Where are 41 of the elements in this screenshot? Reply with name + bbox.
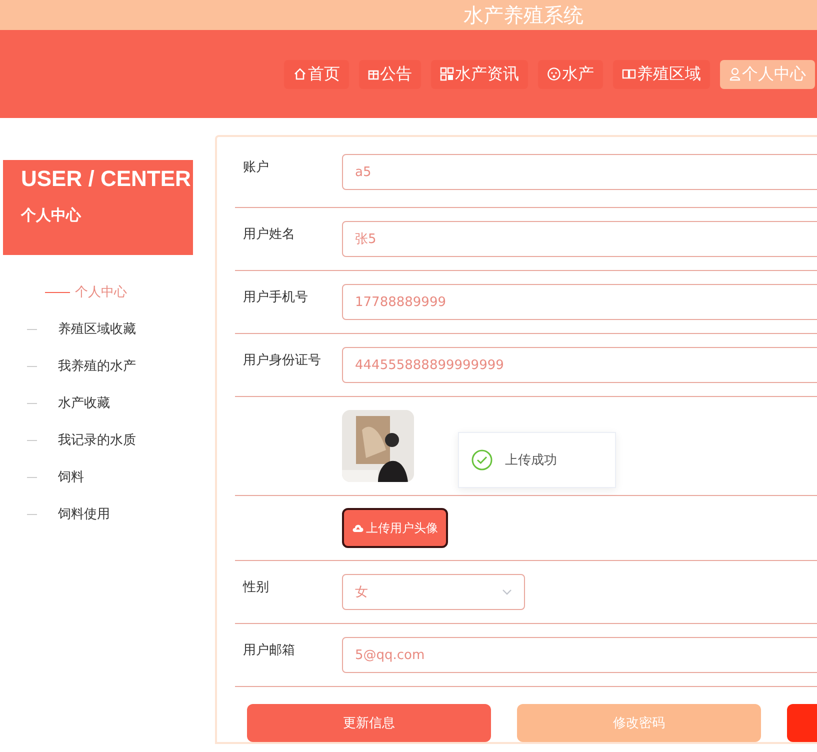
- sidebar-item[interactable]: 我养殖的水产: [58, 357, 136, 375]
- field-label: 性别: [242, 579, 270, 596]
- nav-tab[interactable]: 养殖区域: [613, 60, 710, 88]
- sidebar-item[interactable]: 饲料: [58, 468, 84, 486]
- site-title: 水产养殖系统: [464, 2, 584, 28]
- input-field[interactable]: 5@qq.com: [342, 637, 817, 673]
- nav-tab[interactable]: 水产: [538, 60, 603, 88]
- action-button[interactable]: 更新信息: [247, 704, 491, 742]
- user-icon: [729, 67, 741, 81]
- field-label: 用户手机号: [242, 289, 309, 306]
- cloud-upload-icon: [352, 523, 364, 533]
- toast-message: 上传成功: [505, 452, 557, 469]
- sidebar-subheading: 个人中心: [21, 206, 82, 225]
- action-button[interactable]: 修改密码: [517, 704, 761, 742]
- check-circle-icon: [471, 449, 493, 471]
- field-label: 用户邮箱: [242, 642, 296, 659]
- nav-tab[interactable]: 首页: [284, 60, 349, 88]
- sidebar-item[interactable]: 水产收藏: [58, 394, 110, 412]
- gift-icon: [368, 68, 379, 80]
- grid-icon: [440, 67, 454, 81]
- home-icon: [293, 67, 307, 81]
- book-icon: [622, 68, 636, 80]
- select-field[interactable]: 女: [342, 574, 525, 610]
- sidebar-item[interactable]: 个人中心: [75, 283, 127, 301]
- input-field[interactable]: 17788889999: [342, 284, 817, 320]
- nav-tab[interactable]: 个人中心: [720, 60, 815, 88]
- sidebar-heading: USER / CENTER: [21, 166, 192, 192]
- input-field[interactable]: 张5: [342, 221, 817, 257]
- sidebar-item[interactable]: 养殖区域收藏: [58, 320, 136, 338]
- field-label: 用户姓名: [242, 226, 296, 243]
- field-label: 账户: [242, 159, 270, 176]
- face-icon: [547, 67, 561, 81]
- nav-tab[interactable]: 水产资讯: [431, 60, 528, 88]
- upload-button[interactable]: 上传用户头像: [342, 508, 448, 548]
- sidebar-item[interactable]: 我记录的水质: [58, 431, 136, 449]
- nav-tab[interactable]: 公告: [359, 60, 421, 88]
- input-field[interactable]: a5: [342, 154, 817, 190]
- chevron-down-icon: [502, 589, 512, 595]
- sidebar-item[interactable]: 饲料使用: [58, 505, 110, 523]
- field-label: 用户身份证号: [242, 352, 322, 369]
- input-field[interactable]: 444555888899999999: [342, 347, 817, 383]
